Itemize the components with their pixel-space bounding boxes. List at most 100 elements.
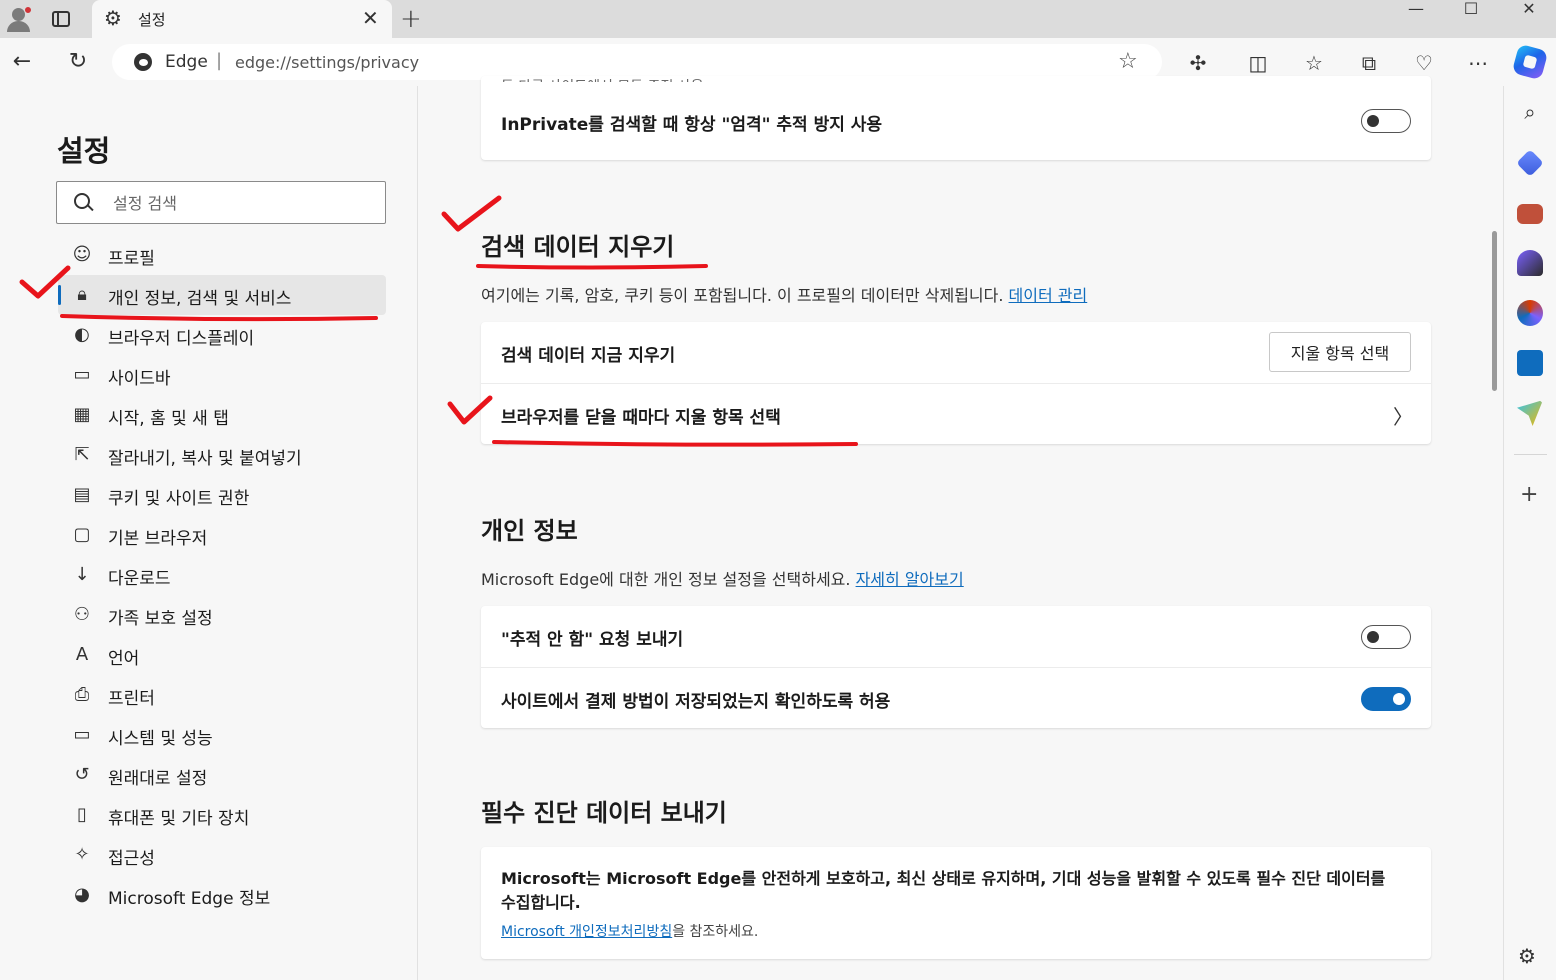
sidebar-item-label: 접근성 (108, 849, 155, 869)
diagnostics-card: Microsoft는 Microsoft Edge를 안전하게 보호하고, 최신… (481, 847, 1431, 959)
favorites-icon[interactable]: ☆ (1300, 50, 1328, 76)
sidebar-item-16[interactable]: ✧ 접근성 (58, 835, 386, 875)
drop-send-icon[interactable] (1517, 400, 1543, 426)
sidebar-item-10[interactable]: ⚇ 가족 보호 설정 (58, 595, 386, 635)
edge-logo-icon: ◕ (74, 884, 90, 905)
reset-icon: ↺ (74, 764, 90, 785)
sidebar-item-5[interactable]: ▦ 시작, 홈 및 새 탭 (58, 395, 386, 435)
choose-what-to-clear-button[interactable]: 지울 항목 선택 (1269, 332, 1411, 372)
sidebar-item-label: 시작, 홈 및 새 탭 (108, 409, 229, 429)
privacy-desc: Microsoft Edge에 대한 개인 정보 설정을 선택하세요. 자세히 … (481, 566, 964, 590)
sidebar-item-8[interactable]: ▢ 기본 브라우저 (58, 515, 386, 555)
site-name: Edge (165, 52, 208, 72)
tab-settings[interactable]: ⚙ 설정 ✕ (92, 0, 392, 38)
sidebar-item-13[interactable]: ▭ 시스템 및 성능 (58, 715, 386, 755)
settings-search[interactable] (56, 181, 386, 224)
dnt-row: "추적 안 함" 요청 보내기 (481, 606, 1431, 666)
payment-row: 사이트에서 결제 방법이 저장되었는지 확인하도록 허용 (481, 667, 1431, 727)
clear-now-label: 검색 데이터 지금 지우기 (501, 346, 676, 366)
sidebar-item-14[interactable]: ↺ 원래대로 설정 (58, 755, 386, 795)
tab-actions-icon[interactable] (50, 8, 72, 30)
inprivate-strict-toggle[interactable] (1361, 109, 1411, 133)
refresh-icon[interactable]: ↻ (62, 46, 94, 78)
search-icon[interactable]: ⌕ (1517, 99, 1543, 125)
settings-content: 든 다른 사이트에서 모든 주적 사용 InPrivate를 검색할 때 항상 … (419, 76, 1502, 980)
collections-icon[interactable]: ⧉ (1355, 50, 1383, 76)
diagnostics-text: Microsoft는 Microsoft Edge를 안전하게 보호하고, 최신… (501, 869, 1386, 912)
sidebar-settings-gear-icon[interactable]: ⚙ (1518, 944, 1536, 968)
back-arrow-icon[interactable]: ← (6, 46, 38, 78)
browser-essentials-icon[interactable]: ♡ (1410, 50, 1438, 76)
address-bar[interactable]: Edge | edge://settings/privacy ☆ (112, 44, 1162, 80)
payment-methods-toggle[interactable] (1361, 687, 1411, 711)
clear-on-close-label: 브라우저를 닫을 때마다 지울 항목 선택 (501, 408, 781, 428)
sidebar-item-3[interactable]: ◐ 브라우저 디스플레이 (58, 315, 386, 355)
sidebar-item-17[interactable]: ◕ Microsoft Edge 정보 (58, 875, 386, 915)
sidebar-item-4[interactable]: ▭ 사이드바 (58, 355, 386, 395)
sidebar-item-12[interactable]: ⎙ 프린터 (58, 675, 386, 715)
phone-icon: ▯ (77, 804, 87, 825)
printer-icon: ⎙ (74, 684, 90, 705)
diagnostics-title: 필수 진단 데이터 보내기 (481, 799, 727, 827)
shopping-tag-icon[interactable] (1516, 149, 1544, 177)
lock-icon: 🔒︎ (77, 284, 87, 305)
sidebar-item-label: 사이드바 (108, 369, 171, 389)
profile-icon: ☺ (72, 244, 92, 265)
chevron-right-icon[interactable]: 〉 (1393, 401, 1413, 430)
split-screen-icon[interactable]: ◫ (1244, 50, 1272, 76)
sidebar-item-label: 시스템 및 성능 (108, 729, 213, 749)
tab-close-icon[interactable]: ✕ (362, 6, 379, 30)
games-chess-icon[interactable] (1517, 250, 1543, 276)
title-bar: ⚙ 설정 ✕ + — ☐ ✕ (0, 0, 1556, 38)
sidebar-item-label: 쿠키 및 사이트 권한 (108, 489, 250, 509)
sidebar-item-label: 휴대폰 및 기타 장치 (108, 809, 250, 829)
content-scrollbar[interactable] (1492, 231, 1497, 391)
clear-data-desc-text: 여기에는 기록, 암호, 쿠키 등이 포함됩니다. 이 프로필의 데이터만 삭제… (481, 286, 1004, 305)
sidebar-icon: ▭ (73, 364, 91, 385)
sidebar-item-9[interactable]: ↓ 다운로드 (58, 555, 386, 595)
sidebar-item-1[interactable]: ☺ 프로필 (58, 235, 386, 275)
do-not-track-toggle[interactable] (1361, 625, 1411, 649)
sidebar-divider (1514, 454, 1547, 455)
add-plus-icon[interactable]: + (1520, 482, 1538, 507)
sidebar-item-label: 언어 (108, 649, 140, 669)
clear-on-close-row[interactable]: 브라우저를 닫을 때마다 지울 항목 선택 〉 (481, 383, 1431, 443)
sidebar-item-label: 원래대로 설정 (108, 769, 208, 789)
sidebar-item-label: 프로필 (108, 249, 155, 269)
clear-data-card: 검색 데이터 지금 지우기 지울 항목 선택 브라우저를 닫을 때마다 지울 항… (481, 322, 1431, 444)
cut-off-text: 든 다른 사이트에서 모든 주적 사용 (501, 76, 704, 82)
new-tab-plus-icon[interactable]: + (400, 4, 422, 34)
sidebar-item-6[interactable]: ⇱ 잘라내기, 복사 및 붙여넣기 (58, 435, 386, 475)
sidebar-item-2[interactable]: 🔒︎ 개인 정보, 검색 및 서비스 (58, 275, 386, 315)
profile-avatar-icon[interactable] (4, 4, 34, 34)
privacy-title: 개인 정보 (481, 517, 578, 545)
sidebar-item-7[interactable]: ▤ 쿠키 및 사이트 권한 (58, 475, 386, 515)
inprivate-row: InPrivate를 검색할 때 항상 "엄격" 추적 방지 사용 (481, 100, 1431, 160)
sidebar-item-label: 잘라내기, 복사 및 붙여넣기 (108, 449, 302, 469)
search-input[interactable] (113, 191, 373, 215)
sidebar-item-label: 브라우저 디스플레이 (108, 329, 255, 349)
manage-data-link[interactable]: 데이터 관리 (1009, 286, 1088, 305)
extensions-icon[interactable]: ✣ (1184, 50, 1212, 76)
microsoft-365-icon[interactable] (1517, 300, 1543, 326)
sidebar-item-11[interactable]: A 언어 (58, 635, 386, 675)
sidebar-item-15[interactable]: ▯ 휴대폰 및 기타 장치 (58, 795, 386, 835)
inprivate-label: InPrivate를 검색할 때 항상 "엄격" 추적 방지 사용 (501, 115, 883, 135)
window-close-button[interactable]: ✕ (1499, 0, 1556, 30)
more-menu-icon[interactable]: ⋯ (1464, 50, 1492, 76)
favorite-star-icon[interactable]: ☆ (1118, 49, 1138, 74)
clear-data-desc: 여기에는 기록, 암호, 쿠키 등이 포함됩니다. 이 프로필의 데이터만 삭제… (481, 282, 1087, 306)
gear-icon: ⚙ (104, 6, 122, 30)
edge-logo-icon (134, 53, 152, 71)
learn-more-link[interactable]: 자세히 알아보기 (856, 570, 964, 589)
privacy-card: "추적 안 함" 요청 보내기 사이트에서 결제 방법이 저장되었는지 확인하도… (481, 606, 1431, 728)
edge-sidebar: ⌕ + ⚙ (1503, 86, 1556, 980)
maximize-button[interactable]: ☐ (1441, 0, 1501, 30)
outlook-icon[interactable] (1517, 350, 1543, 376)
minimize-button[interactable]: — (1386, 0, 1446, 30)
copilot-icon[interactable] (1511, 43, 1549, 81)
privacy-statement-link[interactable]: Microsoft 개인정보처리방침 (501, 924, 672, 940)
palette-icon: ◐ (74, 324, 90, 345)
url-text[interactable]: edge://settings/privacy (235, 53, 419, 72)
tools-briefcase-icon[interactable] (1517, 204, 1543, 224)
